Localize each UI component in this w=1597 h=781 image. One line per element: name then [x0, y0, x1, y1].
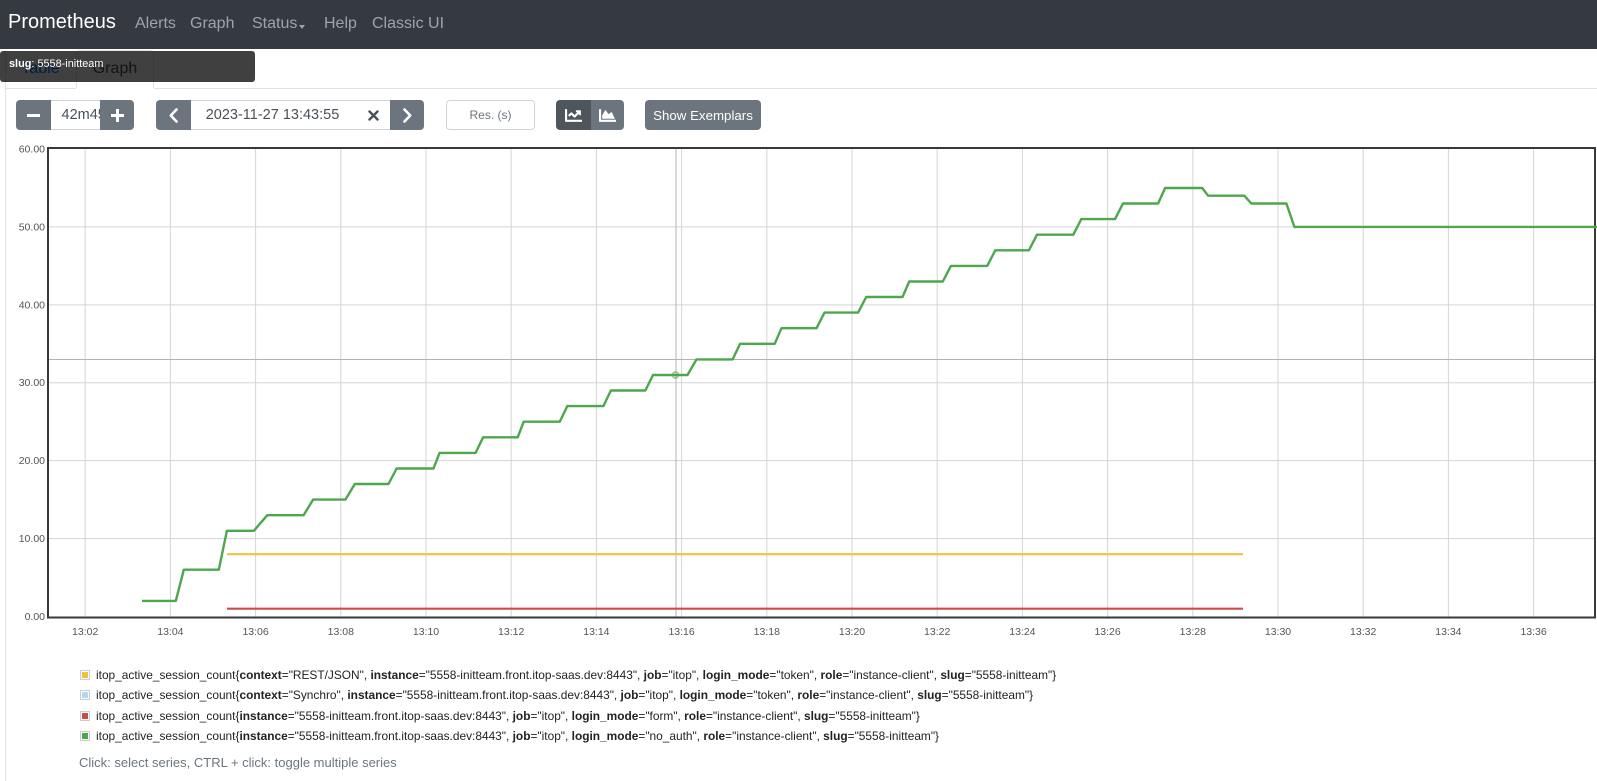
svg-text:10.00: 10.00 — [19, 533, 45, 545]
svg-text:13:20: 13:20 — [839, 626, 865, 638]
svg-text:13:30: 13:30 — [1265, 626, 1291, 638]
svg-text:60.00: 60.00 — [19, 143, 45, 155]
svg-text:20.00: 20.00 — [19, 455, 45, 467]
svg-text:13:10: 13:10 — [413, 626, 439, 638]
svg-text:13:26: 13:26 — [1094, 626, 1120, 638]
svg-text:13:34: 13:34 — [1435, 626, 1461, 638]
svg-text:13:18: 13:18 — [754, 626, 780, 638]
svg-text:13:12: 13:12 — [498, 626, 524, 638]
svg-text:13:14: 13:14 — [583, 626, 609, 638]
svg-text:0.00: 0.00 — [25, 611, 46, 623]
svg-text:13:16: 13:16 — [668, 626, 694, 638]
svg-text:13:08: 13:08 — [328, 626, 354, 638]
svg-text:30.00: 30.00 — [19, 377, 45, 389]
svg-text:40.00: 40.00 — [19, 299, 45, 311]
svg-text:13:24: 13:24 — [1009, 626, 1035, 638]
svg-text:50.00: 50.00 — [19, 221, 45, 233]
svg-text:13:32: 13:32 — [1350, 626, 1376, 638]
svg-text:13:36: 13:36 — [1520, 626, 1546, 638]
svg-text:13:02: 13:02 — [72, 626, 98, 638]
svg-text:13:28: 13:28 — [1180, 626, 1206, 638]
svg-text:13:22: 13:22 — [924, 626, 950, 638]
svg-text:13:06: 13:06 — [242, 626, 268, 638]
svg-text:13:04: 13:04 — [157, 626, 183, 638]
